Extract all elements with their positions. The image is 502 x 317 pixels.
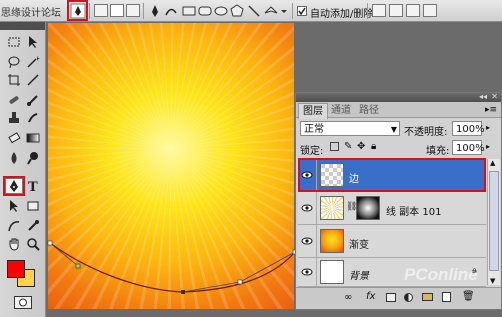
eye-icon[interactable]: [298, 192, 317, 224]
chevron-down-icon: ▼: [390, 125, 397, 134]
link-layers-icon[interactable]: ∞: [344, 292, 352, 303]
layers-scrollbar[interactable]: ▲ ▼: [487, 159, 500, 285]
new-layer-icon[interactable]: [442, 292, 451, 302]
lock-row: 锁定: ✎ ✥ 🔒︎ 填充: 100% ▸: [296, 139, 501, 159]
panel-tabs: 图层 通道 路径 ▸≡: [296, 102, 501, 119]
blend-row: 正常 ▼ 不透明度: 100% ▸: [296, 119, 501, 139]
lock-all-icon[interactable]: 🔒︎: [371, 141, 376, 152]
scroll-down-icon[interactable]: ▼: [490, 277, 495, 285]
eye-icon[interactable]: [298, 225, 317, 257]
eye-icon[interactable]: [298, 159, 317, 191]
blend-mode-select[interactable]: 正常 ▼: [300, 121, 400, 136]
fill-label: 填充:: [426, 146, 450, 157]
layer-name: 边: [349, 174, 359, 185]
blend-mode-value: 正常: [304, 124, 324, 135]
layer-row-lines-copy[interactable]: ⛓︎ 线 副本 101: [298, 192, 486, 225]
collapse-icon[interactable]: ◂◂: [479, 92, 487, 101]
lock-position-icon[interactable]: ✥: [357, 141, 365, 152]
scroll-up-icon[interactable]: ▲: [490, 159, 495, 167]
layers-bottom-bar: ∞ fx 🗑︎: [296, 287, 501, 309]
watermark: PConline: [404, 265, 478, 284]
fill-input[interactable]: 100%: [452, 140, 485, 155]
mask-icon[interactable]: [386, 293, 396, 302]
eye-icon[interactable]: [298, 258, 317, 286]
layer-style-icon[interactable]: fx: [366, 291, 375, 302]
layer-name: 渐变: [349, 240, 369, 251]
opacity-arrow-icon[interactable]: ▸: [486, 123, 490, 132]
adjustment-icon[interactable]: [404, 293, 413, 302]
tab-layers[interactable]: 图层: [298, 103, 328, 119]
layer-thumbnail: [320, 163, 344, 187]
close-icon[interactable]: ✕: [491, 92, 498, 101]
lock-image-icon[interactable]: ✎: [344, 141, 352, 152]
fill-value: 100%: [456, 143, 485, 154]
layer-row-gradient[interactable]: 渐变: [298, 225, 486, 258]
layer-thumbnail: [320, 260, 344, 284]
fill-arrow-icon[interactable]: ▸: [486, 142, 490, 151]
group-icon[interactable]: [422, 293, 433, 301]
delete-layer-icon[interactable]: 🗑︎: [462, 291, 475, 302]
foreground-color-swatch[interactable]: [7, 260, 25, 278]
tab-channels[interactable]: 通道: [327, 103, 355, 118]
layer-thumbnail: [320, 229, 344, 253]
scroll-thumb[interactable]: [489, 171, 499, 271]
tab-paths[interactable]: 路径: [355, 103, 383, 118]
opacity-value: 100%: [456, 124, 485, 135]
panel-header: ◂◂ ✕: [296, 92, 501, 102]
layer-thumbnail: [320, 196, 344, 220]
layer-name: 背景: [349, 271, 369, 282]
lock-label: 锁定:: [300, 146, 324, 157]
mask-thumbnail: [356, 196, 380, 220]
lock-transparent-icon[interactable]: [330, 142, 339, 151]
layer-row-edge[interactable]: 边: [298, 159, 486, 192]
layer-name: 线 副本 101: [386, 207, 442, 218]
opacity-label: 不透明度:: [404, 127, 448, 138]
panel-menu-icon[interactable]: ▸≡: [485, 105, 497, 115]
opacity-input[interactable]: 100%: [452, 121, 485, 136]
